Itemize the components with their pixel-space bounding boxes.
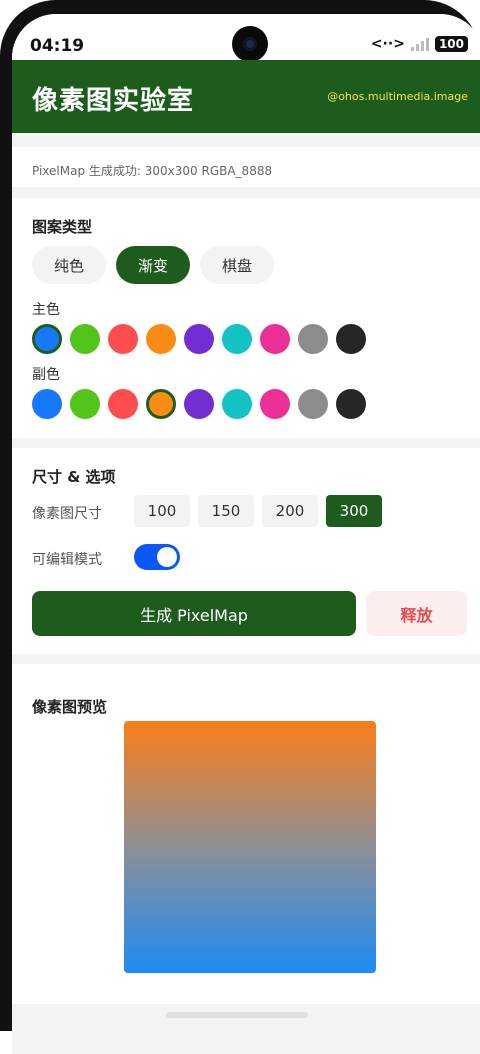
color-swatch[interactable]: [184, 324, 214, 354]
primary-color-picker: [32, 324, 366, 354]
color-swatch[interactable]: [298, 324, 328, 354]
size-option[interactable]: 100: [134, 495, 190, 527]
front-camera: [232, 26, 268, 62]
color-swatch[interactable]: [108, 324, 138, 354]
color-swatch[interactable]: [222, 389, 252, 419]
battery-icon: 100: [434, 36, 468, 52]
color-swatch[interactable]: [70, 324, 100, 354]
home-indicator[interactable]: [166, 1012, 308, 1018]
pattern-type-option[interactable]: 纯色: [32, 246, 107, 284]
color-swatch[interactable]: [184, 389, 214, 419]
editable-mode-toggle[interactable]: [134, 544, 180, 570]
color-swatch[interactable]: [336, 389, 366, 419]
network-activity-icon: <··>: [370, 36, 405, 52]
color-swatch[interactable]: [298, 389, 328, 419]
pattern-type-option[interactable]: 渐变: [116, 246, 191, 284]
signal-icon: [410, 37, 429, 51]
color-swatch[interactable]: [336, 324, 366, 354]
screen: 04:19 <··> 100 像素图实验室 @ohos.multimedia.i…: [12, 14, 480, 1054]
status-time: 04:19: [30, 36, 85, 56]
color-swatch[interactable]: [222, 324, 252, 354]
size-option[interactable]: 300: [326, 495, 382, 527]
options-section-title: 尺寸 & 选项: [32, 468, 116, 486]
status-card: PixelMap 生成成功: 300x300 RGBA_8888: [12, 147, 480, 187]
pattern-section-title: 图案类型: [32, 218, 93, 236]
release-button[interactable]: 释放: [366, 591, 467, 636]
primary-color-label: 主色: [32, 302, 60, 318]
pattern-card: 图案类型 纯色 渐变 棋盘 主色 副色: [12, 198, 480, 438]
size-option[interactable]: 150: [198, 495, 254, 527]
app-header: 像素图实验室 @ohos.multimedia.image: [12, 60, 480, 133]
pixelmap-preview: [124, 721, 376, 973]
color-swatch[interactable]: [146, 389, 176, 419]
color-swatch[interactable]: [32, 389, 62, 419]
pattern-type-selector: 纯色 渐变 棋盘: [32, 246, 275, 284]
secondary-color-label: 副色: [32, 367, 60, 383]
pattern-type-option[interactable]: 棋盘: [200, 246, 275, 284]
size-option[interactable]: 200: [262, 495, 318, 527]
device-frame: 04:19 <··> 100 像素图实验室 @ohos.multimedia.i…: [0, 0, 480, 1054]
secondary-color-picker: [32, 389, 366, 419]
color-swatch[interactable]: [70, 389, 100, 419]
size-label: 像素图尺寸: [32, 506, 102, 522]
status-icons: <··> 100: [371, 36, 468, 52]
status-message: PixelMap 生成成功: 300x300 RGBA_8888: [32, 164, 273, 178]
size-selector: 100 150 200 300: [134, 495, 382, 527]
color-swatch[interactable]: [108, 389, 138, 419]
preview-section-title: 像素图预览: [32, 698, 108, 716]
preview-card: 像素图预览: [12, 664, 480, 1004]
color-swatch[interactable]: [32, 324, 62, 354]
page-title: 像素图实验室: [32, 86, 195, 116]
options-card: 尺寸 & 选项 像素图尺寸 100 150 200 300 可编辑模式 生成 P…: [12, 448, 480, 654]
api-subtitle: @ohos.multimedia.image: [327, 90, 468, 103]
color-swatch[interactable]: [146, 324, 176, 354]
generate-pixelmap-button[interactable]: 生成 PixelMap: [32, 591, 356, 636]
color-swatch[interactable]: [260, 324, 290, 354]
editable-mode-label: 可编辑模式: [32, 552, 102, 568]
color-swatch[interactable]: [260, 389, 290, 419]
status-bar: 04:19 <··> 100: [12, 14, 480, 62]
